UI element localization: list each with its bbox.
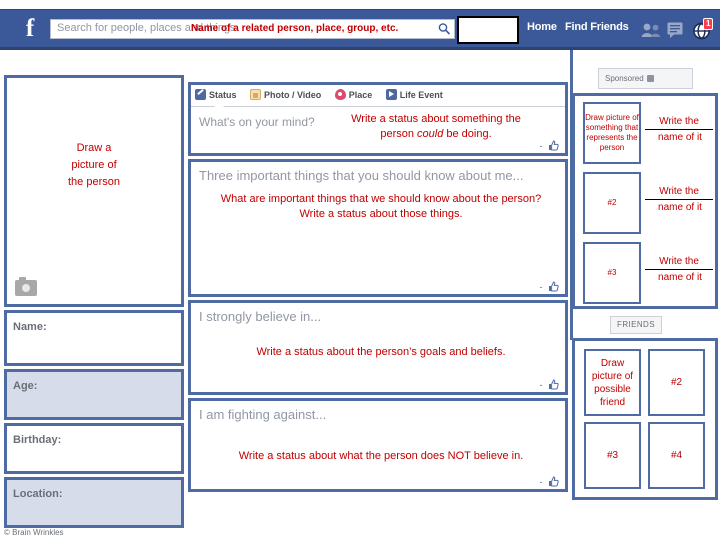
composer-instruction-emphasis: could [417,128,444,140]
facebook-template-worksheet: f Search for people, places and things N… [0,0,720,540]
post-2-like-row[interactable]: - [539,379,559,390]
friend-cell-1[interactable]: Draw picture of possible friend [584,349,641,416]
ad-3-title-line-1: Write the [645,254,713,270]
like-dash: - [539,282,543,292]
sponsored-ads-panel: Draw picture of something that represent… [572,93,718,309]
profile-photo-box[interactable]: Draw a picture of the person [4,75,184,307]
name-entry-box[interactable] [457,16,519,44]
search-annotation: Name of a related person, place, group, … [191,23,399,34]
copyright-footer: © Brain Wrinkles [4,528,64,537]
ad-2-title-line-1: Write the [645,184,713,200]
tab-life-event[interactable]: Life Event [385,85,443,105]
field-age-label: Age: [13,380,38,392]
nav-home-link[interactable]: Home [527,21,557,33]
ad-item-2[interactable]: #2 Write the name of it [583,172,713,234]
ad-3-title: Write the name of it [645,254,715,285]
search-input[interactable]: Search for people, places and things Nam… [50,19,455,39]
messages-icon[interactable] [667,22,685,44]
photo-hint-line-1: Draw a [76,142,112,154]
photo-hint-line-3: the person [68,176,120,188]
ad-item-3[interactable]: #3 Write the name of it [583,242,713,304]
post-3-placeholder: I am fighting against... [199,407,327,422]
top-navigation-bar: f Search for people, places and things N… [0,9,720,50]
thumbs-up-icon[interactable] [548,281,559,292]
composer-instruction-line-2b: be doing. [443,128,492,140]
field-name-label: Name: [13,321,47,333]
thumbs-up-icon[interactable] [548,140,559,151]
post-3-instruction: Write a status about what the person doe… [238,450,524,462]
ad-2-title: Write the name of it [645,184,715,215]
camera-icon[interactable] [15,277,37,296]
ad-3-thumbnail[interactable]: #3 [583,242,641,304]
field-location-label: Location: [13,488,63,500]
feed-center-column: Status Photo / Video Place Life Event Wh… [188,82,568,495]
tab-photo-video-label: Photo / Video [263,90,322,100]
post-card-2[interactable]: I strongly believe in... Write a status … [188,300,568,395]
ad-2-thumbnail[interactable]: #2 [583,172,641,234]
post-1-placeholder: Three important things that you should k… [199,168,524,183]
search-icon[interactable] [438,22,451,36]
post-2-placeholder: I strongly believe in... [199,309,322,324]
ad-1-title: Write the name of it [645,114,715,145]
post-card-1[interactable]: Three important things that you should k… [188,159,568,297]
flag-icon [385,89,397,100]
composer-like-row[interactable]: - [539,140,559,151]
photo-hint-line-2: picture of [71,159,117,171]
like-dash: - [539,380,543,390]
post-3-like-row[interactable]: - [539,476,559,487]
photo-icon [249,89,261,100]
composer-tab-bar: Status Photo / Video Place Life Event [191,85,565,111]
field-age[interactable]: Age: [4,369,184,420]
field-name[interactable]: Name: [4,310,184,366]
post-2-instruction: Write a status about the person’s goals … [256,346,506,358]
sponsored-label: Sponsored [605,74,644,83]
thumbs-up-icon[interactable] [548,379,559,390]
ad-3-title-line-2: name of it [658,272,702,283]
tab-place[interactable]: Place [334,85,373,105]
field-birthday-label: Birthday: [13,434,62,446]
tab-status-label: Status [209,90,237,100]
post-1-instruction: What are important things that we should… [220,193,542,220]
sponsored-header: Sponsored [598,68,693,89]
friend-cell-3[interactable]: #3 [584,422,641,489]
pencil-icon [195,89,206,100]
composer-instruction-line-2a: person [380,128,418,140]
post-card-3[interactable]: I am fighting against... Write a status … [188,398,568,492]
composer-placeholder: What's on your mind? [199,115,315,129]
thumbs-up-icon[interactable] [548,476,559,487]
ad-2-title-line-2: name of it [658,202,702,213]
sponsored-icon [646,75,654,82]
facebook-logo-icon[interactable]: f [20,16,40,41]
tab-place-label: Place [348,90,373,100]
tab-status[interactable]: Status [195,85,237,105]
tab-photo-video[interactable]: Photo / Video [249,85,322,105]
ad-1-title-line-2: name of it [658,132,702,143]
tab-life-event-label: Life Event [399,90,443,100]
friends-header: FRIENDS [610,316,662,334]
profile-left-column: Draw a picture of the person Name: Age: … [4,75,184,528]
field-birthday[interactable]: Birthday: [4,423,184,474]
friend-cell-4[interactable]: #4 [648,422,705,489]
composer-body[interactable]: What's on your mind? Write a status abou… [191,107,565,153]
map-pin-icon [334,89,346,100]
composer-instruction-line-1: Write a status about something the [351,113,521,125]
friend-cell-2[interactable]: #2 [648,349,705,416]
profile-photo-instruction: Draw a picture of the person [7,140,181,191]
field-location[interactable]: Location: [4,477,184,528]
like-dash: - [539,141,543,151]
friends-panel: Draw picture of possible friend #2 #3 #4 [572,338,718,500]
sidebar-right-column: Sponsored Draw picture of something that… [572,68,718,500]
nav-find-friends-link[interactable]: Find Friends [565,21,629,33]
post-1-like-row[interactable]: - [539,281,559,292]
status-composer[interactable]: Status Photo / Video Place Life Event Wh… [188,82,568,156]
ad-item-1[interactable]: Draw picture of something that represent… [583,102,713,164]
notification-badge[interactable]: 1 [703,18,714,30]
like-dash: - [539,477,543,487]
composer-instruction: Write a status about something the perso… [311,112,561,142]
friend-requests-icon[interactable] [641,22,661,43]
ad-1-thumbnail[interactable]: Draw picture of something that represent… [583,102,641,164]
ad-1-title-line-1: Write the [645,114,713,130]
